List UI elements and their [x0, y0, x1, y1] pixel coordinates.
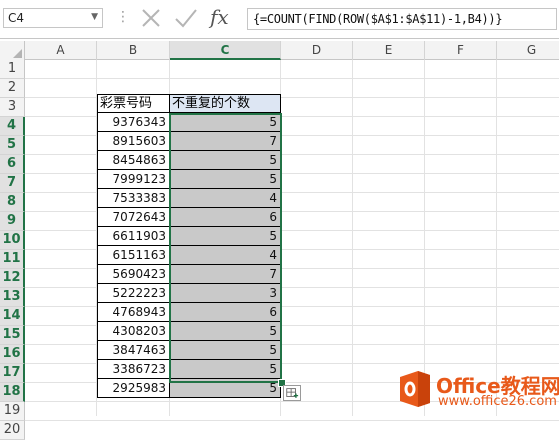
row-header-2[interactable]: 2 [0, 79, 25, 98]
enter-check-icon[interactable] [170, 4, 202, 32]
cell-c9[interactable]: 6 [170, 208, 281, 227]
cell-c14[interactable]: 6 [170, 303, 281, 322]
cell-c6[interactable]: 5 [170, 151, 281, 170]
cell-c8[interactable]: 4 [170, 189, 281, 208]
cell-b9[interactable]: 7072643 [97, 208, 170, 227]
cell-b14[interactable]: 4768943 [97, 303, 170, 322]
cell-b10[interactable]: 6611903 [97, 227, 170, 246]
row-header-19[interactable]: 19 [0, 402, 25, 421]
cell-c18[interactable]: 5 [170, 379, 281, 398]
formula-text: {=COUNT(FIND(ROW($A$1:$A$11)-1,B4))} [253, 12, 503, 26]
row-header-9[interactable]: 9 [0, 212, 25, 231]
header-cell-c3[interactable]: 不重复的个数 [170, 94, 281, 113]
row-header-16[interactable]: 16 [0, 345, 25, 364]
row-header-11[interactable]: 11 [0, 250, 25, 269]
column-header-e[interactable]: E [353, 41, 425, 60]
column-header-f[interactable]: F [425, 41, 497, 60]
row-header-13[interactable]: 13 [0, 288, 25, 307]
quick-analysis-icon[interactable] [283, 385, 301, 401]
column-header-d[interactable]: D [281, 41, 353, 60]
row-header-8[interactable]: 8 [0, 193, 25, 212]
cell-c7[interactable]: 5 [170, 170, 281, 189]
row-header-5[interactable]: 5 [0, 136, 25, 155]
cell-c4[interactable]: 5 [170, 113, 281, 132]
more-options-icon[interactable]: ⋮ [116, 9, 130, 25]
row-header-4[interactable]: 4 [0, 117, 25, 136]
formula-input[interactable]: {=COUNT(FIND(ROW($A$1:$A$11)-1,B4))} [247, 8, 557, 30]
cell-b13[interactable]: 5222223 [97, 284, 170, 303]
insert-function-icon[interactable]: fx [210, 5, 229, 29]
gridline-horizontal [25, 420, 559, 421]
watermark-url: www.office26.com [438, 394, 557, 409]
cell-b16[interactable]: 3847463 [97, 341, 170, 360]
cell-b17[interactable]: 3386723 [97, 360, 170, 379]
cell-c13[interactable]: 3 [170, 284, 281, 303]
row-header-14[interactable]: 14 [0, 307, 25, 326]
cell-b12[interactable]: 5690423 [97, 265, 170, 284]
cell-c11[interactable]: 4 [170, 246, 281, 265]
row-header-20[interactable]: 20 [0, 421, 25, 440]
cell-b15[interactable]: 4308203 [97, 322, 170, 341]
office-logo-icon [400, 371, 430, 407]
chevron-down-icon[interactable]: ▼ [91, 12, 98, 22]
cell-b6[interactable]: 8454863 [97, 151, 170, 170]
cell-c5[interactable]: 7 [170, 132, 281, 151]
cell-c16[interactable]: 5 [170, 341, 281, 360]
cell-c10[interactable]: 5 [170, 227, 281, 246]
column-header-a[interactable]: A [25, 41, 97, 60]
header-cell-b3[interactable]: 彩票号码 [97, 94, 170, 113]
cell-b7[interactable]: 7999123 [97, 170, 170, 189]
watermark-logo: Office教程网 www.office26.com [392, 363, 559, 416]
cell-b5[interactable]: 8915603 [97, 132, 170, 151]
cancel-icon[interactable] [136, 4, 166, 32]
cell-b8[interactable]: 7533383 [97, 189, 170, 208]
row-header-1[interactable]: 1 [0, 60, 25, 79]
row-header-12[interactable]: 12 [0, 269, 25, 288]
cell-c17[interactable]: 5 [170, 360, 281, 379]
formula-bar: C4 ▼ ⋮ fx {=COUNT(FIND(ROW($A$1:$A$11)-1… [0, 0, 559, 39]
gridline-horizontal [25, 78, 559, 79]
cell-b11[interactable]: 6151163 [97, 246, 170, 265]
row-header-17[interactable]: 17 [0, 364, 25, 383]
column-header-b[interactable]: B [97, 41, 170, 60]
name-box[interactable]: C4 ▼ [3, 8, 103, 28]
cell-c15[interactable]: 5 [170, 322, 281, 341]
column-header-row: A B C D E F G [0, 41, 559, 60]
row-header-7[interactable]: 7 [0, 174, 25, 193]
column-header-g[interactable]: G [497, 41, 559, 60]
row-header-18[interactable]: 18 [0, 383, 25, 402]
cell-b4[interactable]: 9376343 [97, 113, 170, 132]
row-header-10[interactable]: 10 [0, 231, 25, 250]
cell-c12[interactable]: 7 [170, 265, 281, 284]
row-header-15[interactable]: 15 [0, 326, 25, 345]
row-header-3[interactable]: 3 [0, 98, 25, 117]
gridline-vertical [352, 60, 353, 416]
column-header-c[interactable]: C [170, 41, 281, 60]
row-header-6[interactable]: 6 [0, 155, 25, 174]
select-all-button[interactable] [0, 41, 25, 60]
cell-b18[interactable]: 2925983 [97, 379, 170, 398]
name-box-value: C4 [8, 11, 25, 25]
